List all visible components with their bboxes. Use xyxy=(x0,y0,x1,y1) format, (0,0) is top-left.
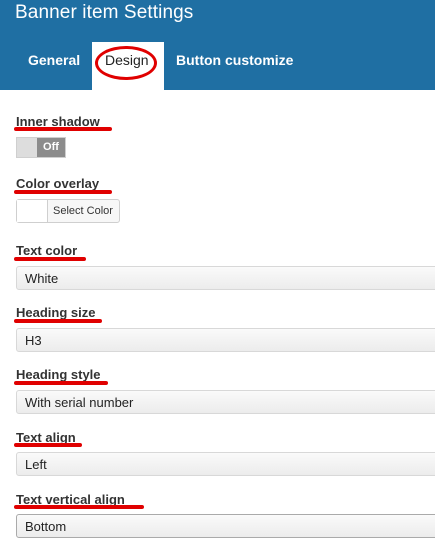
text-align-value: Left xyxy=(25,457,47,472)
text-vertical-align-select[interactable]: Bottom xyxy=(16,514,435,538)
text-color-select[interactable]: White xyxy=(16,266,435,290)
tab-button-customize[interactable]: Button customize xyxy=(176,52,293,68)
select-color-button[interactable]: Select Color xyxy=(16,199,120,223)
annotation-underline xyxy=(14,190,112,194)
toggle-knob xyxy=(17,138,38,157)
heading-size-select[interactable]: H3 xyxy=(16,328,435,352)
color-swatch xyxy=(17,200,48,222)
tab-general[interactable]: General xyxy=(28,52,80,68)
heading-size-value: H3 xyxy=(25,333,42,348)
annotation-circle xyxy=(95,46,157,80)
select-color-label: Select Color xyxy=(53,205,113,217)
settings-header: Banner item Settings General Design Butt… xyxy=(0,0,435,90)
heading-style-select[interactable]: With serial number xyxy=(16,390,435,414)
annotation-underline xyxy=(14,505,144,509)
inner-shadow-toggle[interactable]: Off xyxy=(16,137,66,158)
annotation-underline xyxy=(14,127,112,131)
heading-size-label: Heading size xyxy=(16,305,96,320)
tab-design[interactable]: Design xyxy=(92,42,164,90)
heading-style-label: Heading style xyxy=(16,367,101,382)
annotation-underline xyxy=(14,319,102,323)
text-color-value: White xyxy=(25,271,59,286)
annotation-underline xyxy=(14,381,108,385)
text-color-label: Text color xyxy=(16,243,78,258)
color-overlay-label: Color overlay xyxy=(16,176,100,191)
toggle-state: Off xyxy=(37,138,65,157)
window-title: Banner item Settings xyxy=(15,2,194,23)
heading-style-value: With serial number xyxy=(25,395,134,410)
text-vertical-align-value: Bottom xyxy=(25,519,67,534)
text-align-select[interactable]: Left xyxy=(16,452,435,476)
annotation-underline xyxy=(14,257,86,261)
annotation-underline xyxy=(14,443,82,447)
